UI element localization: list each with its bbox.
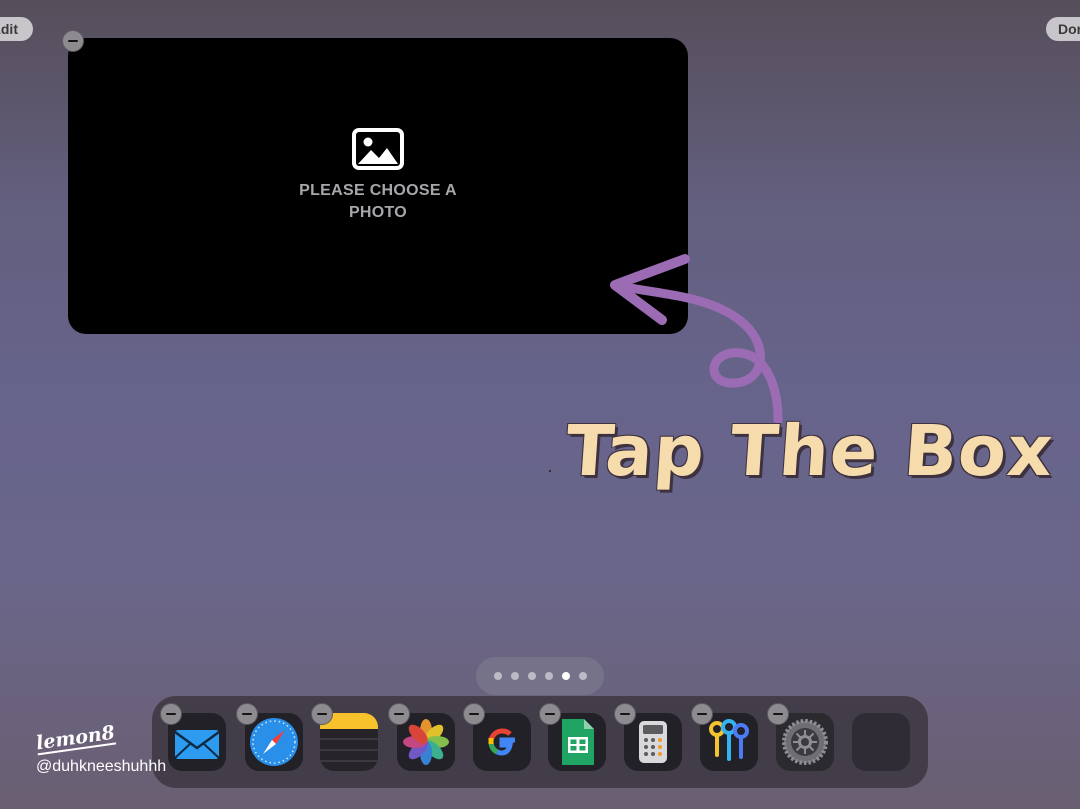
empty-dock-slot[interactable] — [852, 713, 910, 771]
page-dot[interactable] — [578, 672, 587, 680]
page-dot[interactable] — [527, 672, 536, 680]
remove-app-button[interactable] — [311, 703, 333, 725]
edit-button[interactable]: Edit — [0, 17, 33, 41]
widget-content: PLEASE CHOOSE A PHOTO — [298, 128, 458, 224]
remove-app-button[interactable] — [691, 703, 713, 725]
remove-app-button[interactable] — [614, 703, 636, 725]
creator-handle: @duhkneeshuhhh — [36, 758, 167, 775]
watermark: lemon8 @duhkneeshuhhh — [35, 722, 167, 776]
remove-app-button[interactable] — [236, 703, 258, 725]
remove-app-button[interactable] — [539, 703, 561, 725]
remove-app-button[interactable] — [388, 703, 410, 725]
page-dot[interactable] — [493, 672, 502, 680]
page-dot-active[interactable] — [561, 672, 570, 680]
widget-message: PLEASE CHOOSE A PHOTO — [299, 182, 457, 221]
photo-widget[interactable]: PLEASE CHOOSE A PHOTO — [68, 38, 688, 334]
page-dot[interactable] — [544, 672, 553, 680]
photo-icon — [352, 128, 404, 170]
done-button[interactable]: Done — [1046, 17, 1080, 41]
lemon8-logo: lemon8 — [34, 721, 117, 756]
remove-app-button[interactable] — [767, 703, 789, 725]
remove-widget-button[interactable] — [62, 30, 84, 52]
speck — [549, 470, 551, 472]
remove-app-button[interactable] — [160, 703, 182, 725]
annotation-text: Tap The Box — [563, 410, 1057, 492]
annotation-arrow-icon — [610, 254, 783, 425]
page-dot[interactable] — [510, 672, 519, 680]
page-indicator[interactable] — [476, 657, 604, 695]
remove-app-button[interactable] — [463, 703, 485, 725]
